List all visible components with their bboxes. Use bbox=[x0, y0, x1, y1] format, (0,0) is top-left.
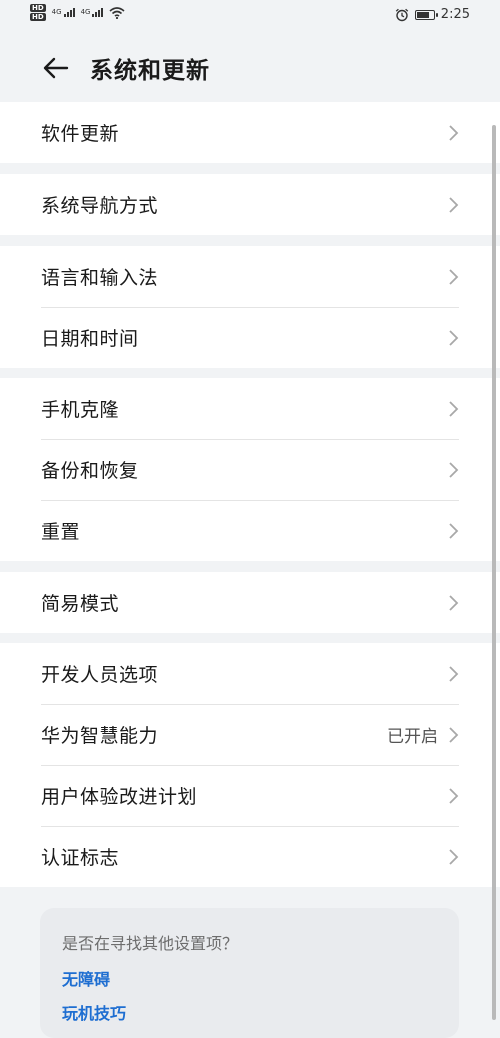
date-time-item[interactable]: 日期和时间 bbox=[0, 307, 500, 368]
user-experience-item[interactable]: 用户体验改进计划 bbox=[0, 765, 500, 826]
signal-icon: 4G bbox=[81, 8, 104, 17]
reset-item[interactable]: 重置 bbox=[0, 500, 500, 561]
language-input-item[interactable]: 语言和输入法 bbox=[0, 246, 500, 307]
item-label: 用户体验改进计划 bbox=[41, 786, 198, 808]
suggestion-card: 是否在寻找其他设置项？ 无障碍 玩机技巧 bbox=[40, 908, 459, 1038]
title-bar: 系统和更新 bbox=[0, 42, 500, 94]
chevron-right-icon bbox=[449, 329, 459, 346]
arrow-left-icon bbox=[43, 57, 69, 79]
item-label: 语言和输入法 bbox=[41, 267, 159, 289]
settings-group-simple-mode: 简易模式 bbox=[0, 572, 500, 633]
wifi-icon bbox=[109, 6, 125, 19]
back-button[interactable] bbox=[36, 48, 76, 88]
chevron-right-icon bbox=[449, 787, 459, 804]
certification-item[interactable]: 认证标志 bbox=[0, 826, 500, 887]
developer-options-item[interactable]: 开发人员选项 bbox=[0, 643, 500, 704]
chevron-right-icon bbox=[449, 848, 459, 865]
chevron-right-icon bbox=[449, 124, 459, 141]
chevron-right-icon bbox=[449, 196, 459, 213]
simple-mode-item[interactable]: 简易模式 bbox=[0, 572, 500, 633]
item-label: 开发人员选项 bbox=[41, 664, 159, 686]
item-label: 认证标志 bbox=[41, 847, 120, 869]
item-label: 系统导航方式 bbox=[41, 195, 159, 217]
item-label: 简易模式 bbox=[41, 593, 120, 615]
backup-restore-item[interactable]: 备份和恢复 bbox=[0, 439, 500, 500]
phone-clone-item[interactable]: 手机克隆 bbox=[0, 378, 500, 439]
chevron-right-icon bbox=[449, 726, 459, 743]
settings-group-language: 语言和输入法 日期和时间 bbox=[0, 246, 500, 368]
item-label: 华为智慧能力 bbox=[41, 725, 159, 747]
item-label: 软件更新 bbox=[41, 123, 120, 145]
item-label: 备份和恢复 bbox=[41, 460, 139, 482]
chevron-right-icon bbox=[449, 461, 459, 478]
huawei-ai-item[interactable]: 华为智慧能力 已开启 bbox=[0, 704, 500, 765]
status-value: 已开启 bbox=[387, 727, 438, 747]
network-type-2: 4G bbox=[80, 8, 91, 16]
suggestion-question: 是否在寻找其他设置项？ bbox=[62, 934, 239, 953]
settings-group-navigation: 系统导航方式 bbox=[0, 174, 500, 235]
settings-group-advanced: 开发人员选项 华为智慧能力 已开启 用户体验改进计划 认证标志 bbox=[0, 643, 500, 887]
status-left: HD HD 4G 4G bbox=[30, 4, 125, 21]
system-navigation-item[interactable]: 系统导航方式 bbox=[0, 174, 500, 235]
status-bar: HD HD 4G 4G 2:25 bbox=[0, 0, 500, 32]
chevron-right-icon bbox=[449, 522, 459, 539]
settings-group-backup: 手机克隆 备份和恢复 重置 bbox=[0, 378, 500, 561]
chevron-right-icon bbox=[449, 594, 459, 611]
accessibility-link[interactable]: 无障碍 bbox=[62, 966, 110, 990]
battery-icon bbox=[414, 9, 438, 20]
network-type-1: 4G bbox=[51, 8, 62, 16]
scrollbar[interactable] bbox=[492, 125, 496, 1020]
settings-group-update: 软件更新 bbox=[0, 102, 500, 163]
tips-link[interactable]: 玩机技巧 bbox=[62, 1000, 126, 1024]
item-label: 日期和时间 bbox=[41, 328, 139, 350]
hd-icon: HD HD bbox=[30, 4, 46, 21]
chevron-right-icon bbox=[449, 665, 459, 682]
hd-label-2: HD bbox=[30, 13, 46, 21]
hd-label-1: HD bbox=[30, 4, 46, 12]
chevron-right-icon bbox=[449, 268, 459, 285]
alarm-icon bbox=[395, 8, 409, 21]
page-title: 系统和更新 bbox=[90, 58, 210, 84]
signal-icon: 4G bbox=[52, 8, 75, 17]
software-update-item[interactable]: 软件更新 bbox=[0, 102, 500, 163]
status-right: 2:25 bbox=[395, 7, 470, 22]
item-label: 手机克隆 bbox=[41, 399, 120, 421]
item-label: 重置 bbox=[41, 521, 81, 543]
status-time: 2:25 bbox=[440, 7, 470, 22]
chevron-right-icon bbox=[449, 400, 459, 417]
